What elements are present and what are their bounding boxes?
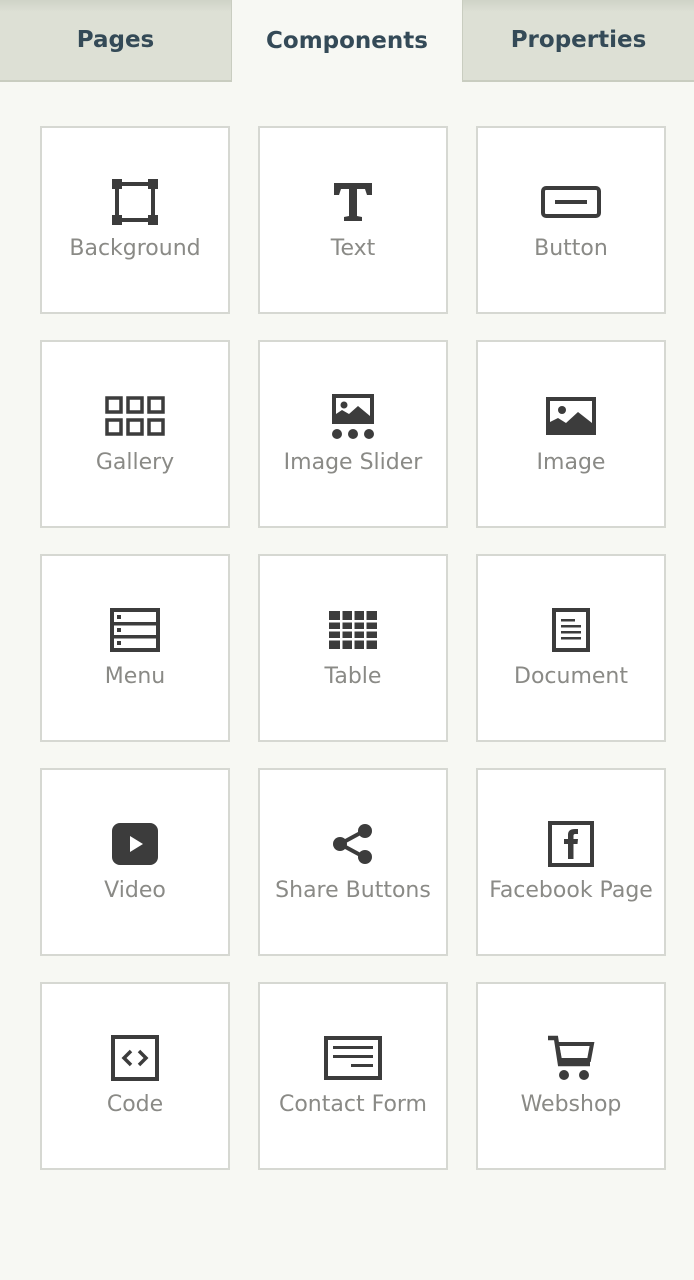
document-icon — [478, 604, 664, 656]
component-label: Document — [514, 664, 628, 689]
component-document[interactable]: Document — [476, 554, 666, 742]
component-menu[interactable]: Menu — [40, 554, 230, 742]
component-image[interactable]: Image — [476, 340, 666, 528]
component-label: Webshop — [520, 1092, 622, 1117]
component-table[interactable]: Table — [258, 554, 448, 742]
component-label: Facebook Page — [489, 878, 653, 903]
tab-properties[interactable]: Properties — [462, 0, 694, 82]
background-icon — [42, 176, 228, 228]
text-icon — [260, 176, 446, 228]
table-icon — [260, 604, 446, 656]
image-icon — [478, 390, 664, 442]
component-label: Contact Form — [278, 1092, 427, 1117]
component-label: Table — [324, 664, 382, 689]
tab-bar: Pages Components Properties — [0, 0, 694, 82]
component-label: Image Slider — [283, 450, 423, 475]
component-contact-form[interactable]: Contact Form — [258, 982, 448, 1170]
components-grid: Background Text Button Gallery Image Sli… — [40, 126, 666, 1170]
component-label: Share Buttons — [275, 878, 431, 903]
component-background[interactable]: Background — [40, 126, 230, 314]
video-icon — [42, 818, 228, 870]
component-text[interactable]: Text — [258, 126, 448, 314]
image-slider-icon — [260, 390, 446, 442]
component-video[interactable]: Video — [40, 768, 230, 956]
code-icon — [42, 1032, 228, 1084]
facebook-icon — [478, 818, 664, 870]
component-code[interactable]: Code — [40, 982, 230, 1170]
component-gallery[interactable]: Gallery — [40, 340, 230, 528]
component-label: Image — [536, 450, 606, 475]
component-label: Menu — [104, 664, 166, 689]
component-facebook-page[interactable]: Facebook Page — [476, 768, 666, 956]
tab-pages[interactable]: Pages — [0, 0, 232, 82]
tab-components[interactable]: Components — [232, 0, 462, 82]
component-label: Background — [69, 236, 201, 261]
component-webshop[interactable]: Webshop — [476, 982, 666, 1170]
share-icon — [260, 818, 446, 870]
contact-form-icon — [260, 1032, 446, 1084]
component-button[interactable]: Button — [476, 126, 666, 314]
button-icon — [478, 176, 664, 228]
component-image-slider[interactable]: Image Slider — [258, 340, 448, 528]
component-label: Button — [534, 236, 608, 261]
cart-icon — [478, 1032, 664, 1084]
component-label: Gallery — [95, 450, 175, 475]
gallery-icon — [42, 390, 228, 442]
component-share-buttons[interactable]: Share Buttons — [258, 768, 448, 956]
component-label: Code — [106, 1092, 164, 1117]
menu-icon — [42, 604, 228, 656]
component-label: Text — [330, 236, 376, 261]
component-label: Video — [104, 878, 166, 903]
